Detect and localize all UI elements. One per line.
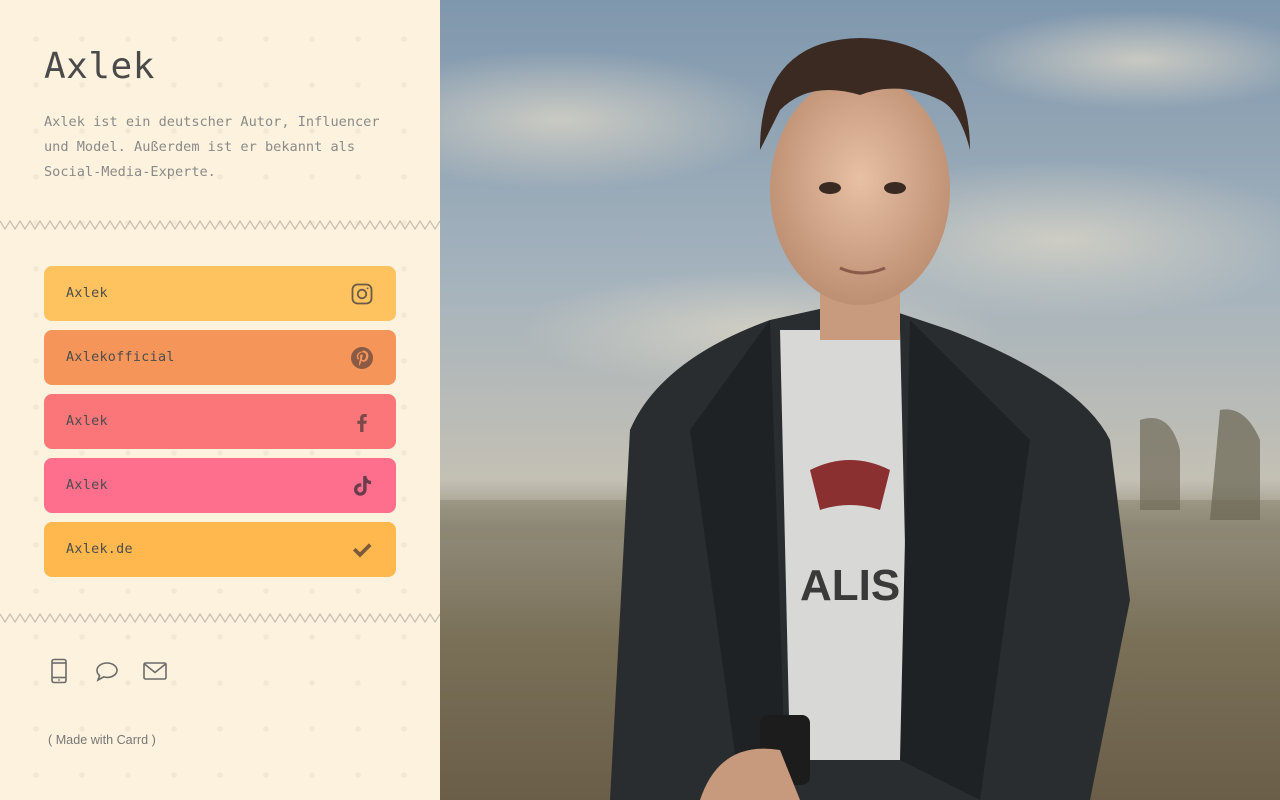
tiktok-icon xyxy=(350,474,374,498)
mail-icon[interactable] xyxy=(142,658,168,684)
made-with-carrd-link[interactable]: ( Made with Carrd ) xyxy=(48,733,156,747)
pinterest-icon xyxy=(350,346,374,370)
instagram-icon xyxy=(350,282,374,306)
contact-icons xyxy=(46,658,168,684)
hero-photo: ALIS xyxy=(440,0,1280,800)
link-label: Axlek xyxy=(66,286,108,301)
link-label: Axlek xyxy=(66,478,108,493)
profile-description: Axlek ist ein deutscher Autor, Influence… xyxy=(44,114,380,180)
zigzag-divider xyxy=(0,219,440,231)
zigzag-divider xyxy=(0,612,440,624)
instagram-link[interactable]: Axlek xyxy=(44,266,396,321)
link-label: Axlekofficial xyxy=(66,350,175,365)
pinterest-link[interactable]: Axlekofficial xyxy=(44,330,396,385)
social-links: Axlek Axlekofficial Axlek Axlek Axlek.de xyxy=(44,266,396,586)
profile-panel: Axlek Axlek ist ein deutscher Autor, Inf… xyxy=(0,0,440,800)
page-title: Axlek xyxy=(44,46,155,87)
link-label: Axlek xyxy=(66,414,108,429)
chat-icon[interactable] xyxy=(94,658,120,684)
tiktok-link[interactable]: Axlek xyxy=(44,458,396,513)
checkmark-icon xyxy=(350,538,374,562)
phone-icon[interactable] xyxy=(46,658,72,684)
link-label: Axlek.de xyxy=(66,542,133,557)
facebook-link[interactable]: Axlek xyxy=(44,394,396,449)
facebook-icon xyxy=(350,410,374,434)
svg-text:ALIS: ALIS xyxy=(800,561,900,610)
website-link[interactable]: Axlek.de xyxy=(44,522,396,577)
